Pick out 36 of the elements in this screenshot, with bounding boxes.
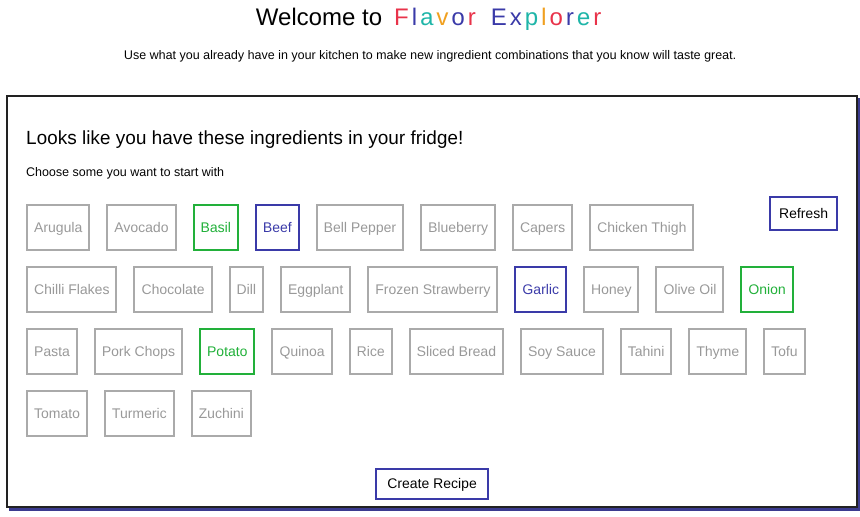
ingredient-chip[interactable]: Capers: [512, 204, 574, 250]
create-recipe-button[interactable]: Create Recipe: [375, 468, 489, 500]
ingredient-chip[interactable]: Turmeric: [104, 390, 175, 436]
ingredient-chip[interactable]: Chocolate: [133, 266, 213, 312]
ingredient-chip[interactable]: Basil: [192, 204, 239, 250]
ingredient-chip[interactable]: Thyme: [688, 328, 748, 374]
page-title: Welcome to F l avo r Exp l o re r: [256, 3, 604, 32]
ingredient-chip[interactable]: Arugula: [26, 204, 90, 250]
refresh-button[interactable]: Refresh: [768, 196, 838, 230]
ingredient-chip[interactable]: Rice: [348, 328, 393, 374]
ingredient-chip[interactable]: Tahini: [620, 328, 672, 374]
ingredient-chip[interactable]: Chilli Flakes: [26, 266, 118, 312]
ingredient-chip[interactable]: Onion: [740, 266, 794, 312]
instruction-text: Choose some you want to start with: [26, 164, 224, 181]
ingredient-chip[interactable]: Olive Oil: [655, 266, 724, 312]
ingredient-chip[interactable]: Dill: [228, 266, 264, 312]
panel-heading: Looks like you have these ingredients in your fridge!: [26, 126, 464, 151]
ingredient-chip[interactable]: Soy Sauce: [520, 328, 604, 374]
ingredient-chip[interactable]: Quinoa: [271, 328, 333, 374]
ingredient-chip[interactable]: Zuchini: [190, 390, 252, 436]
ingredient-chip[interactable]: Bell Pepper: [316, 204, 404, 250]
ingredient-chip[interactable]: Pork Chops: [94, 328, 183, 374]
ingredient-chip[interactable]: Beef: [254, 204, 300, 250]
ingredient-chip[interactable]: Blueberry: [420, 204, 496, 250]
ingredient-chip[interactable]: Chicken Thigh: [589, 204, 694, 250]
ingredient-chip[interactable]: Avocado: [106, 204, 176, 250]
ingredient-chip[interactable]: Eggplant: [280, 266, 352, 312]
ingredient-chip[interactable]: Tomato: [26, 390, 88, 436]
ingredient-chip[interactable]: Tofu: [763, 328, 806, 374]
ingredient-chip[interactable]: Frozen Strawberry: [367, 266, 498, 312]
ingredient-chip[interactable]: Sliced Bread: [408, 328, 504, 374]
ingredient-chip[interactable]: Pasta: [26, 328, 78, 374]
ingredient-chip[interactable]: Honey: [582, 266, 640, 312]
page-subtitle: Use what you already have in your kitchen to make new ingredient combinations that you know will taste great.: [124, 47, 736, 64]
ingredient-chip[interactable]: Potato: [198, 328, 256, 374]
ingredient-chip[interactable]: Garlic: [514, 266, 567, 312]
